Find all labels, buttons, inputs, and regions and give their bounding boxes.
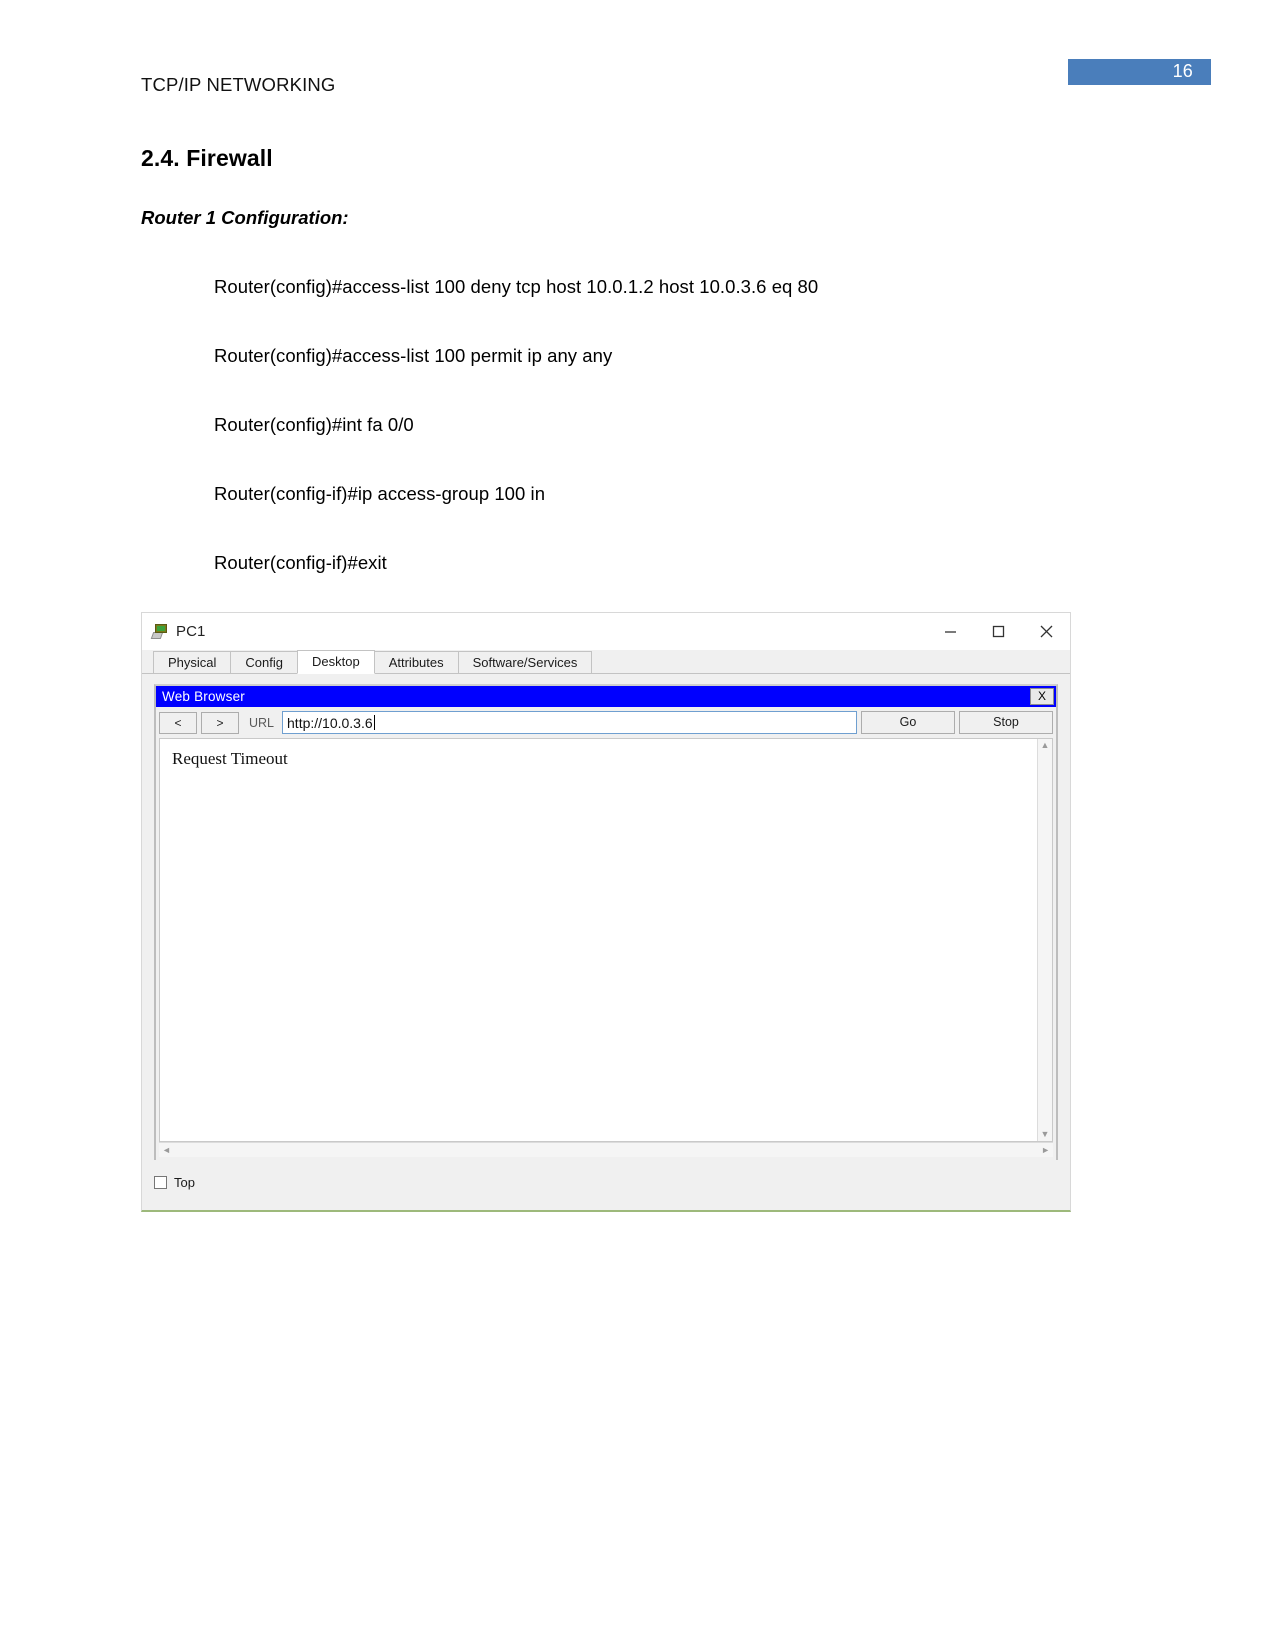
top-checkbox-label: Top — [174, 1174, 195, 1190]
tab-desktop[interactable]: Desktop — [297, 650, 375, 674]
tab-software-services[interactable]: Software/Services — [457, 651, 593, 673]
tab-physical[interactable]: Physical — [153, 651, 232, 673]
back-button[interactable]: < — [159, 711, 197, 734]
page-title: 2.4. Firewall — [141, 145, 273, 171]
tab-config[interactable]: Config — [230, 651, 298, 673]
scroll-right-icon[interactable]: ► — [1041, 1145, 1050, 1155]
web-browser-titlebar: Web Browser X — [156, 686, 1056, 707]
pc-device-icon — [150, 623, 169, 640]
pc1-titlebar: PC1 — [142, 613, 1070, 650]
running-head: TCP/IP NETWORKING — [141, 74, 336, 95]
web-browser-app: Web Browser X < > URL http://10.0.3.6 Go… — [154, 684, 1058, 1162]
url-label: URL — [249, 715, 275, 730]
command-line: Router(config)#access-list 100 permit ip… — [214, 345, 613, 366]
horizontal-scrollbar[interactable]: ◄ ► — [159, 1142, 1053, 1157]
pc1-statusbar: Top — [142, 1160, 1070, 1204]
page-number: 16 — [1172, 61, 1193, 81]
window-controls — [926, 615, 1070, 649]
command-line: Router(config-if)#exit — [214, 552, 387, 573]
pc1-window: PC1 Physical Config Desktop Attributes S… — [141, 612, 1071, 1212]
desktop-pane: Web Browser X < > URL http://10.0.3.6 Go… — [142, 674, 1070, 1162]
tab-attributes[interactable]: Attributes — [373, 651, 459, 673]
top-checkbox[interactable] — [154, 1175, 167, 1189]
page-number-badge: 16 — [1068, 59, 1211, 85]
forward-button[interactable]: > — [201, 711, 239, 734]
command-line: Router(config-if)#ip access-group 100 in — [214, 483, 546, 504]
command-line: Router(config)#access-list 100 deny tcp … — [214, 276, 819, 297]
scroll-down-icon[interactable]: ▼ — [1041, 1130, 1050, 1139]
url-input[interactable]: http://10.0.3.6 — [282, 711, 857, 734]
scroll-left-icon[interactable]: ◄ — [162, 1145, 171, 1155]
pc1-title: PC1 — [176, 623, 206, 640]
maximize-icon[interactable] — [974, 615, 1022, 649]
pc1-tabstrip: Physical Config Desktop Attributes Softw… — [142, 650, 1070, 674]
stop-button[interactable]: Stop — [959, 711, 1053, 734]
minimize-icon[interactable] — [926, 615, 974, 649]
text-caret — [373, 715, 375, 730]
go-button[interactable]: Go — [861, 711, 955, 734]
browser-content-area: Request Timeout ▲ ▼ — [159, 738, 1053, 1142]
router-command-list: Router(config)#access-list 100 deny tcp … — [214, 276, 1114, 621]
url-input-value: http://10.0.3.6 — [287, 714, 373, 731]
web-browser-title: Web Browser — [162, 689, 245, 704]
command-line: Router(config)#int fa 0/0 — [214, 414, 414, 435]
web-browser-close-button[interactable]: X — [1030, 688, 1054, 705]
vertical-scrollbar[interactable]: ▲ ▼ — [1037, 739, 1052, 1141]
close-icon[interactable] — [1022, 615, 1070, 649]
page-body-text: Request Timeout — [172, 749, 288, 768]
subheading: Router 1 Configuration: — [141, 207, 349, 228]
browser-toolbar: < > URL http://10.0.3.6 Go Stop — [156, 707, 1056, 738]
scroll-up-icon[interactable]: ▲ — [1041, 741, 1050, 750]
